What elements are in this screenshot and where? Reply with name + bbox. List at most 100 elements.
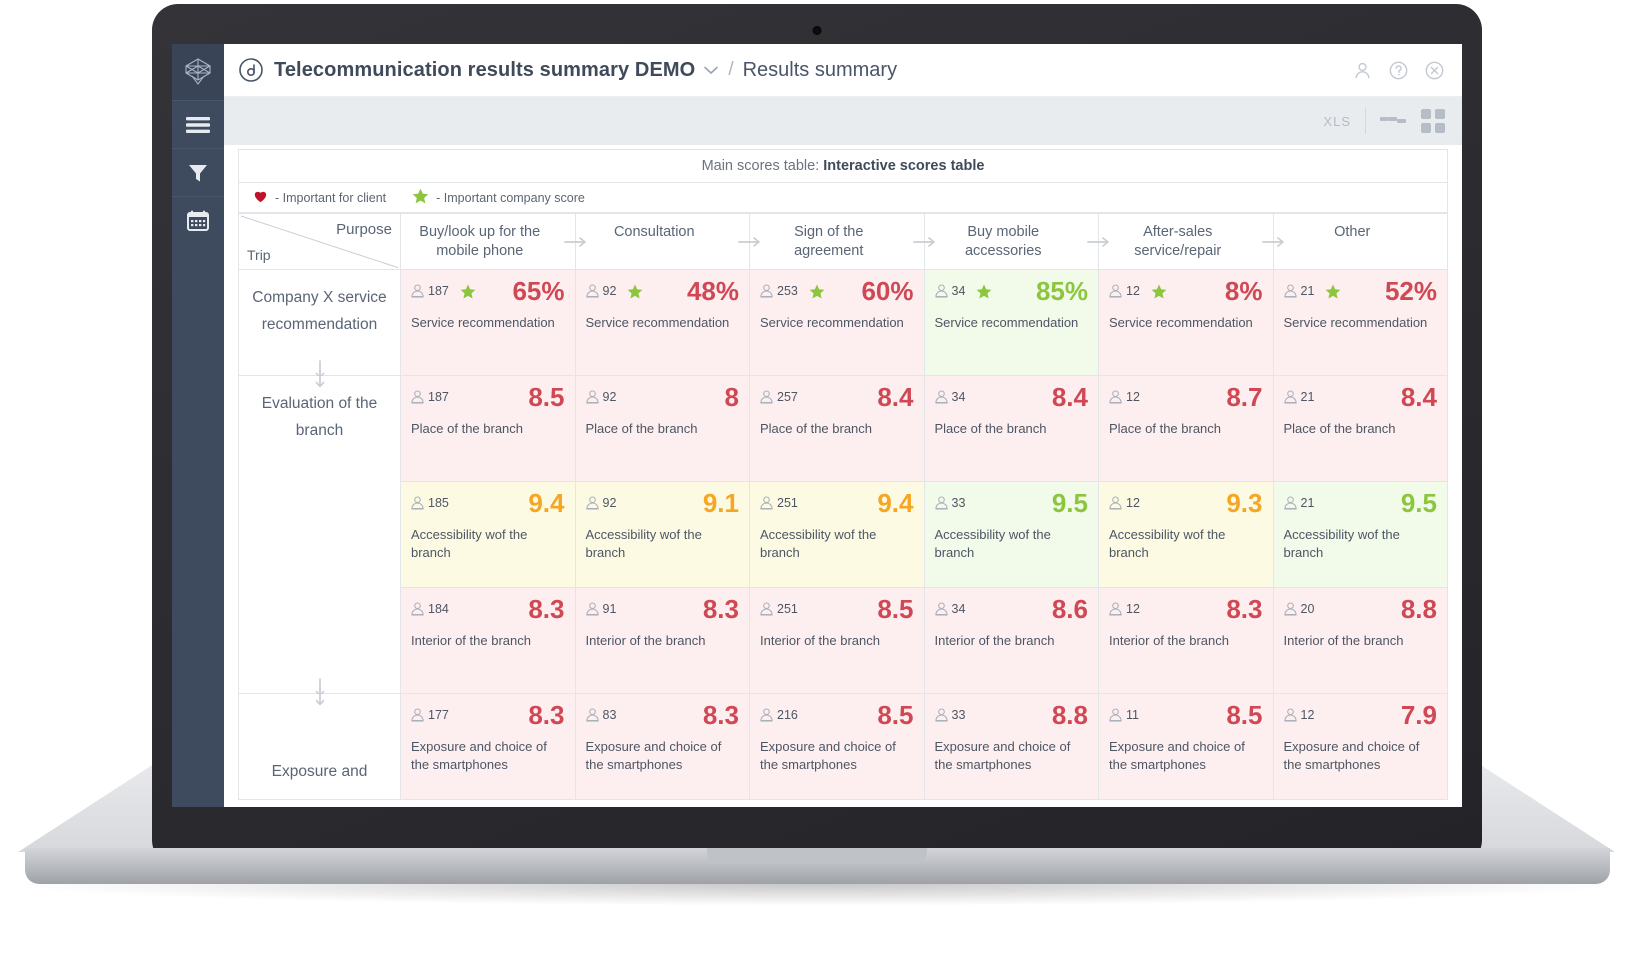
score-cell[interactable]: 12 8.7 Place of the branch [1098, 375, 1274, 482]
score-cell-label: Interior of the branch [1283, 633, 1404, 648]
respondent-count: 12 [1109, 284, 1140, 298]
respondent-count: 251 [760, 496, 798, 510]
score-cell[interactable]: 184 8.3 Interior of the branch [400, 587, 576, 694]
score-cell[interactable]: 216 8.5 Exposure and choice of the smart… [749, 693, 925, 800]
score-cell[interactable]: 34 85% Service recommendation [923, 269, 1099, 376]
column-header-1[interactable]: Consultation [563, 213, 750, 270]
score-cell[interactable]: 185 9.4 Accessibility wof the branch [400, 481, 576, 588]
respondent-count: 92 [585, 496, 616, 510]
score-cell-label: Service recommendation [760, 315, 904, 330]
sidebar-logo[interactable] [172, 44, 224, 100]
arrow-right-icon [1087, 236, 1109, 247]
person-icon [585, 284, 599, 298]
score-cell[interactable]: 12 7.9 Exposure and choice of the smartp… [1272, 693, 1448, 800]
score-cell[interactable]: 257 8.4 Place of the branch [749, 375, 925, 482]
respondent-count: 20 [1283, 602, 1314, 616]
score-cell[interactable]: 33 9.5 Accessibility wof the branch [923, 481, 1099, 588]
view-grid-button[interactable] [1420, 108, 1446, 134]
respondent-count: 21 [1283, 390, 1315, 404]
respondent-count: 83 [585, 708, 617, 722]
score-cell[interactable]: 11 8.5 Exposure and choice of the smartp… [1098, 693, 1274, 800]
score-cell[interactable]: 187 8.5 Place of the branch [400, 375, 576, 482]
view-list-button[interactable] [1380, 108, 1407, 134]
score-cell[interactable]: 21 9.5 Accessibility wof the branch [1272, 481, 1448, 588]
score-cell-top: 177 8.3 [411, 702, 565, 728]
score-cell[interactable]: 177 8.3 Exposure and choice of the smart… [400, 693, 576, 800]
score-cell[interactable]: 92 48% Service recommendation [574, 269, 750, 376]
score-cell[interactable]: 253 60% Service recommendation [749, 269, 925, 376]
count-value: 92 [602, 390, 617, 404]
table-row: Evaluation of the branch 187 8.5 Place o… [238, 369, 1448, 697]
score-cell[interactable]: 83 8.3 Exposure and choice of the smartp… [574, 693, 750, 800]
score-cell[interactable]: 34 8.4 Place of the branch [923, 375, 1099, 482]
row-group-label: Exposure and [271, 763, 368, 780]
score-cell-label: Service recommendation [1109, 315, 1253, 330]
sidebar-item-filter[interactable] [172, 148, 224, 196]
column-header-4[interactable]: After-sales service/repair [1087, 213, 1274, 270]
count-value: 251 [777, 496, 798, 510]
score-cell-top: 257 8.4 [760, 384, 914, 410]
person-icon [1109, 390, 1122, 404]
score-cell[interactable]: 12 8% Service recommendation [1098, 269, 1274, 376]
sidebar-item-calendar[interactable] [172, 196, 224, 244]
close-icon[interactable] [1424, 60, 1444, 80]
score-cell-top: 12 8.7 [1109, 384, 1263, 410]
column-header-2[interactable]: Sign of the agreement [738, 213, 925, 270]
score-cell[interactable]: 34 8.6 Interior of the branch [923, 587, 1099, 694]
column-header-0[interactable]: Buy/look up for the mobile phone [400, 213, 576, 270]
table-corner-cell: Purpose Trip [238, 213, 401, 270]
score-cell-top: 92 8 [585, 384, 739, 410]
count-value: 33 [951, 708, 966, 722]
count-value: 21 [1300, 390, 1315, 404]
sidebar-item-menu[interactable] [172, 100, 224, 148]
score-cell-top: 185 9.4 [411, 490, 565, 516]
user-icon[interactable] [1352, 60, 1372, 80]
export-xls-button[interactable]: XLS [1323, 114, 1351, 129]
score-cell[interactable]: 12 9.3 Accessibility wof the branch [1098, 481, 1274, 588]
respondent-count: 12 [1109, 496, 1140, 510]
chevron-down-icon[interactable] [704, 66, 719, 75]
person-icon [760, 390, 773, 404]
score-value: 9.5 [1400, 488, 1437, 518]
score-cell[interactable]: 251 9.4 Accessibility wof the branch [749, 481, 925, 588]
respondent-count: 185 [411, 496, 449, 510]
person-icon [934, 496, 948, 510]
score-cell[interactable]: 21 52% Service recommendation [1272, 269, 1448, 376]
score-cell[interactable]: 12 8.3 Interior of the branch [1098, 587, 1274, 694]
star-icon [460, 284, 476, 299]
score-cell[interactable]: 92 9.1 Accessibility wof the branch [574, 481, 750, 588]
help-icon[interactable] [1388, 60, 1408, 80]
count-value: 34 [951, 390, 966, 404]
count-value: 34 [951, 284, 966, 298]
score-cell-label: Accessibility wof the branch [585, 527, 702, 560]
count-value: 83 [602, 708, 617, 722]
column-header-5[interactable]: Other [1261, 213, 1448, 270]
person-icon [760, 602, 773, 616]
score-cell[interactable]: 33 8.8 Exposure and choice of the smartp… [923, 693, 1099, 800]
column-header-3[interactable]: Buy mobile accessories [912, 213, 1099, 270]
respondent-count: 92 [585, 390, 617, 404]
score-cell[interactable]: 21 8.4 Place of the branch [1272, 375, 1448, 482]
person-icon [411, 708, 424, 722]
score-cell-label: Accessibility wof the branch [1109, 527, 1226, 560]
column-header-label: After-sales service/repair [1134, 224, 1222, 259]
count-value: 12 [1300, 708, 1315, 722]
score-cell[interactable]: 251 8.5 Interior of the branch [749, 587, 925, 694]
arrow-down-icon [315, 687, 324, 706]
score-value: 8.5 [877, 594, 914, 624]
sidebar [172, 44, 224, 807]
score-cell[interactable]: 20 8.8 Interior of the branch [1272, 587, 1448, 694]
score-cell[interactable]: 187 65% Service recommendation [400, 269, 576, 376]
top-bar: Telecommunication results summary DEMO /… [224, 44, 1462, 97]
legend-label-client: - Important for client [275, 190, 387, 205]
score-cell-top: 34 8.4 [934, 384, 1088, 410]
score-value: 9.1 [702, 488, 739, 518]
grid-icon [1421, 109, 1445, 133]
respondent-count: 177 [411, 708, 449, 722]
score-cell[interactable]: 92 8 Place of the branch [574, 375, 750, 482]
score-value: 9.3 [1226, 488, 1263, 518]
score-cell-top: 184 8.3 [411, 596, 565, 622]
score-cell[interactable]: 91 8.3 Interior of the branch [574, 587, 750, 694]
score-value: 8.3 [702, 594, 739, 624]
score-cell-top: 20 8.8 [1283, 596, 1437, 622]
